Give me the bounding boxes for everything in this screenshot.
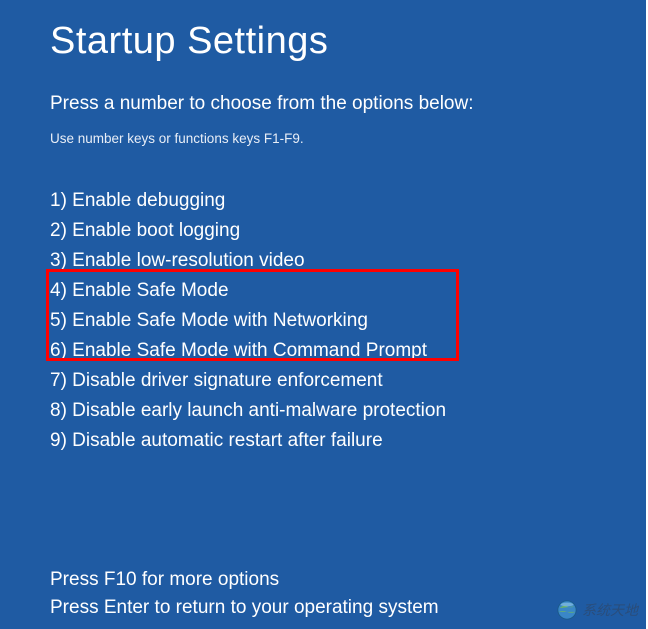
hint-text: Use number keys or functions keys F1-F9. — [50, 131, 598, 146]
option-2[interactable]: 2) Enable boot logging — [50, 216, 598, 246]
footer-instructions: Press F10 for more options Press Enter t… — [50, 566, 598, 622]
page-title: Startup Settings — [50, 20, 598, 63]
option-7[interactable]: 7) Disable driver signature enforcement — [50, 366, 598, 396]
globe-icon — [556, 599, 578, 621]
watermark: 系统天地 — [556, 599, 638, 621]
option-6[interactable]: 6) Enable Safe Mode with Command Prompt — [50, 336, 598, 366]
option-4[interactable]: 4) Enable Safe Mode — [50, 276, 598, 306]
option-3[interactable]: 3) Enable low-resolution video — [50, 246, 598, 276]
footer-more-options: Press F10 for more options — [50, 566, 598, 594]
option-1[interactable]: 1) Enable debugging — [50, 186, 598, 216]
startup-settings-screen: Startup Settings Press a number to choos… — [0, 0, 648, 622]
option-9[interactable]: 9) Disable automatic restart after failu… — [50, 426, 598, 456]
watermark-text: 系统天地 — [582, 600, 638, 620]
option-5[interactable]: 5) Enable Safe Mode with Networking — [50, 306, 598, 336]
options-list: 1) Enable debugging 2) Enable boot loggi… — [50, 186, 598, 456]
footer-return: Press Enter to return to your operating … — [50, 594, 598, 622]
option-8[interactable]: 8) Disable early launch anti-malware pro… — [50, 396, 598, 426]
subtitle-text: Press a number to choose from the option… — [50, 93, 598, 115]
